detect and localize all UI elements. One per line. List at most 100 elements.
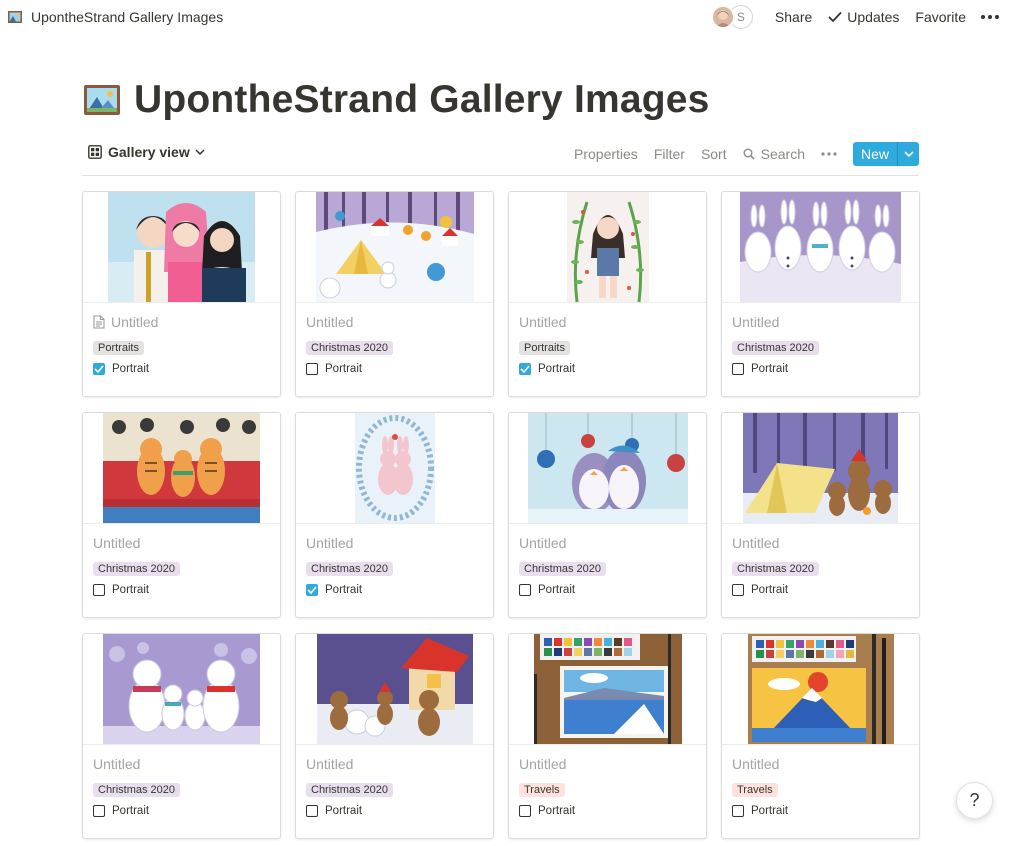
properties-label: Properties (574, 146, 638, 162)
card-title[interactable]: Untitled (519, 754, 696, 774)
gallery-card[interactable]: Untitled Travels Portrait (721, 633, 920, 839)
portrait-property: Portrait (732, 363, 909, 375)
tag-badge: Travels (732, 783, 778, 797)
portrait-property: Portrait (732, 805, 909, 817)
card-title[interactable]: Untitled (732, 312, 909, 332)
share-button[interactable]: Share (767, 5, 820, 29)
avatar[interactable] (710, 5, 735, 29)
favorite-button[interactable]: Favorite (907, 5, 974, 29)
card-title-text: Untitled (306, 756, 354, 772)
cover-artwork (566, 192, 649, 302)
cover-artwork (354, 413, 435, 523)
tag-badge: Christmas 2020 (306, 562, 394, 576)
filter-button[interactable]: Filter (648, 143, 691, 165)
card-title[interactable]: Untitled (732, 754, 909, 774)
search-icon (743, 148, 755, 160)
gallery-grid-icon (88, 145, 102, 159)
tag-badge: Christmas 2020 (93, 783, 181, 797)
portrait-checkbox[interactable] (519, 584, 531, 596)
gallery-card[interactable]: Untitled Portraits Portrait (82, 191, 281, 397)
card-title-text: Untitled (93, 535, 141, 551)
portrait-checkbox[interactable] (732, 363, 744, 375)
portrait-checkbox[interactable] (306, 805, 318, 817)
portrait-label: Portrait (751, 363, 789, 375)
check-icon (94, 365, 104, 373)
card-title[interactable]: Untitled (519, 533, 696, 553)
collaborator-avatars[interactable]: S (710, 5, 753, 29)
gallery-card[interactable]: Untitled Christmas 2020 Portrait (295, 412, 494, 618)
view-more-button[interactable] (815, 149, 843, 159)
chevron-down-icon (195, 149, 205, 155)
sort-button[interactable]: Sort (695, 143, 733, 165)
card-title-text: Untitled (306, 314, 354, 330)
portrait-checkbox[interactable] (306, 363, 318, 375)
cover-image (316, 634, 473, 744)
more-dots-icon (981, 15, 999, 19)
portrait-checkbox[interactable] (732, 805, 744, 817)
portrait-checkbox[interactable] (519, 363, 531, 375)
favorite-label: Favorite (915, 9, 966, 25)
breadcrumb[interactable]: UpontheStrand Gallery Images (8, 8, 223, 26)
cover-artwork (527, 413, 688, 523)
cover-image (315, 192, 474, 302)
cover-artwork (740, 192, 901, 302)
cover-image (566, 192, 649, 302)
gallery-card[interactable]: Untitled Portraits Portrait (508, 191, 707, 397)
gallery-card[interactable]: Untitled Travels Portrait (508, 633, 707, 839)
gallery-card[interactable]: Untitled Christmas 2020 Portrait (721, 191, 920, 397)
framed-picture-icon[interactable] (84, 85, 120, 115)
gallery-card[interactable]: Untitled Christmas 2020 Portrait (295, 633, 494, 839)
portrait-checkbox[interactable] (93, 584, 105, 596)
portrait-property: Portrait (93, 584, 270, 596)
filter-label: Filter (653, 146, 685, 162)
cover-image (743, 413, 898, 523)
help-button[interactable]: ? (956, 782, 993, 819)
portrait-checkbox[interactable] (306, 584, 318, 596)
portrait-checkbox[interactable] (93, 805, 105, 817)
gallery-card[interactable]: Untitled Christmas 2020 Portrait (508, 412, 707, 618)
card-title[interactable]: Untitled (93, 754, 270, 774)
new-dropdown-button[interactable] (897, 142, 919, 166)
card-cover (296, 634, 493, 745)
search-button[interactable]: Search (737, 143, 811, 165)
view-switcher[interactable]: Gallery view (88, 144, 205, 160)
card-title[interactable]: Untitled (93, 312, 270, 332)
more-options-button[interactable] (974, 10, 1006, 24)
card-title[interactable]: Untitled (306, 533, 483, 553)
tag-badge: Christmas 2020 (306, 783, 394, 797)
card-title[interactable]: Untitled (519, 312, 696, 332)
card-title[interactable]: Untitled (306, 312, 483, 332)
card-title[interactable]: Untitled (93, 533, 270, 553)
gallery-card[interactable]: Untitled Christmas 2020 Portrait (82, 633, 281, 839)
view-name: Gallery view (108, 144, 190, 160)
card-title-text: Untitled (111, 314, 159, 330)
portrait-checkbox[interactable] (519, 805, 531, 817)
new-button[interactable]: New (852, 142, 919, 166)
new-button-label[interactable]: New (852, 142, 897, 166)
gallery-card[interactable]: Untitled Christmas 2020 Portrait (295, 191, 494, 397)
view-toolbar: Gallery view Properties Filter Sort Sear… (82, 140, 919, 176)
gallery-card[interactable]: Untitled Christmas 2020 Portrait (82, 412, 281, 618)
top-bar: UpontheStrand Gallery Images S Share Upd… (0, 0, 1012, 34)
avatar-photo-icon (712, 7, 733, 27)
gallery-card[interactable]: Untitled Christmas 2020 Portrait (721, 412, 920, 618)
cover-image (747, 634, 894, 744)
properties-button[interactable]: Properties (568, 143, 644, 165)
card-title[interactable]: Untitled (732, 533, 909, 553)
cover-image (103, 413, 260, 523)
tag-badge: Portraits (519, 341, 570, 355)
updates-button[interactable]: Updates (820, 5, 907, 29)
portrait-checkbox[interactable] (732, 584, 744, 596)
card-title[interactable]: Untitled (306, 754, 483, 774)
cover-image (740, 192, 901, 302)
portrait-label: Portrait (538, 363, 576, 375)
portrait-property: Portrait (732, 584, 909, 596)
portrait-checkbox[interactable] (93, 363, 105, 375)
chevron-down-icon (903, 151, 914, 157)
page-icon (93, 315, 105, 329)
share-label: Share (774, 9, 813, 25)
tag-badge: Portraits (93, 341, 144, 355)
help-label: ? (969, 790, 980, 810)
card-title-text: Untitled (732, 756, 780, 772)
portrait-label: Portrait (112, 584, 150, 596)
